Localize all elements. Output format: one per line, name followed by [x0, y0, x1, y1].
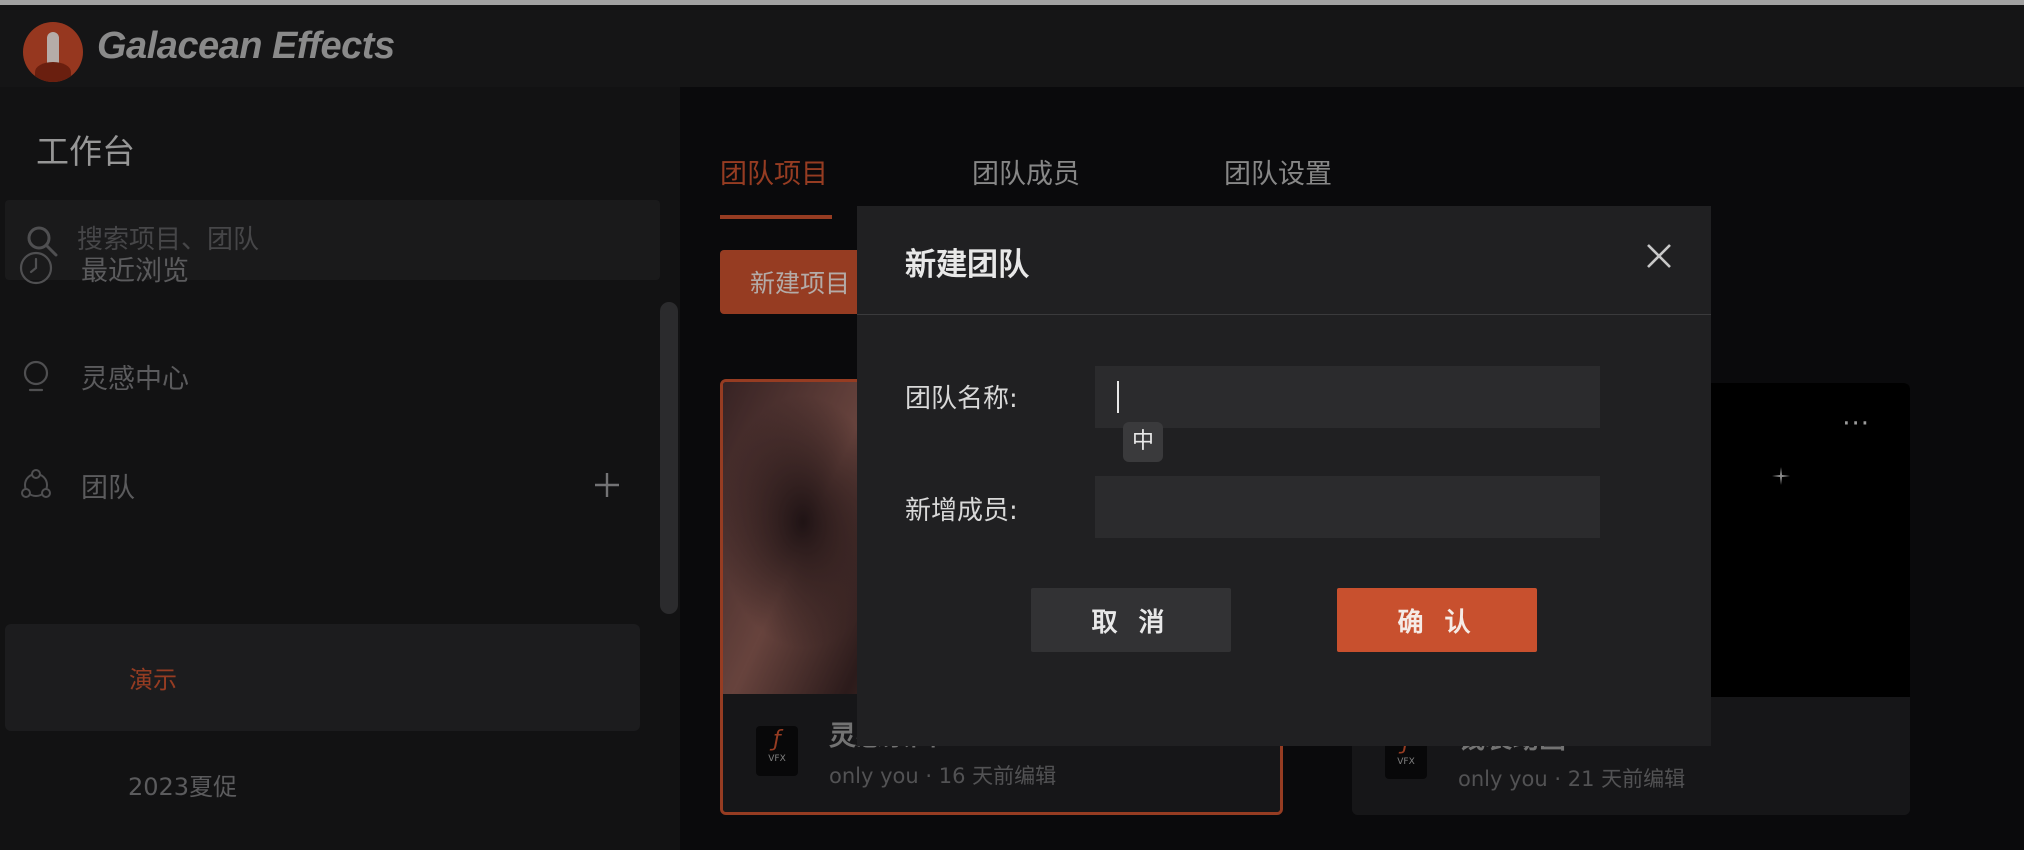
- team-name-input[interactable]: [1095, 366, 1600, 428]
- add-member-label: 新增成员:: [905, 496, 1018, 526]
- modal-title: 新建团队: [905, 247, 1029, 283]
- confirm-button[interactable]: 确 认: [1337, 588, 1537, 652]
- team-name-label: 团队名称:: [905, 384, 1018, 414]
- add-member-input[interactable]: [1095, 476, 1600, 538]
- ime-indicator: 中: [1123, 422, 1163, 462]
- text-caret: [1117, 381, 1119, 413]
- close-icon[interactable]: [1643, 240, 1675, 272]
- new-team-modal: 新建团队 团队名称: 中 新增成员: 取 消 确 认: [857, 206, 1711, 746]
- modal-header: 新建团队: [857, 206, 1711, 315]
- cancel-button[interactable]: 取 消: [1031, 588, 1231, 652]
